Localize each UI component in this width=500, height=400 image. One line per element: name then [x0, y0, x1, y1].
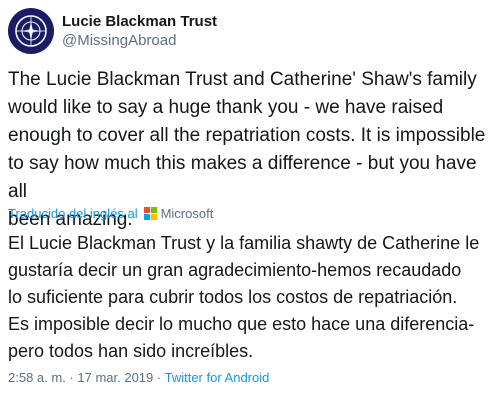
tweet-date[interactable]: 17 mar. 2019 — [77, 370, 153, 385]
tweet-meta: 2:58 a. m. · 17 mar. 2019 · Twitter for … — [8, 370, 269, 385]
meta-separator: · — [65, 370, 78, 385]
translation-attribution: Traducido del inglés al Microsoft — [8, 206, 213, 221]
compass-logo-icon — [15, 15, 47, 47]
tweet: Lucie Blackman Trust @MissingAbroad The … — [0, 0, 500, 400]
tweet-time[interactable]: 2:58 a. m. — [8, 370, 66, 385]
source-link[interactable]: Twitter for Android — [165, 370, 270, 385]
translated-from-link[interactable]: Traducido del inglés al — [8, 206, 138, 221]
account-names: Lucie Blackman Trust @MissingAbroad — [62, 12, 217, 50]
translated-text: El Lucie Blackman Trust y la familia sha… — [8, 233, 480, 361]
provider-name: Microsoft — [160, 206, 214, 221]
user-handle[interactable]: @MissingAbroad — [62, 31, 217, 50]
meta-separator: · — [153, 370, 165, 385]
microsoft-logo-icon — [143, 207, 157, 220]
avatar[interactable] — [8, 8, 54, 54]
display-name[interactable]: Lucie Blackman Trust — [62, 12, 217, 31]
